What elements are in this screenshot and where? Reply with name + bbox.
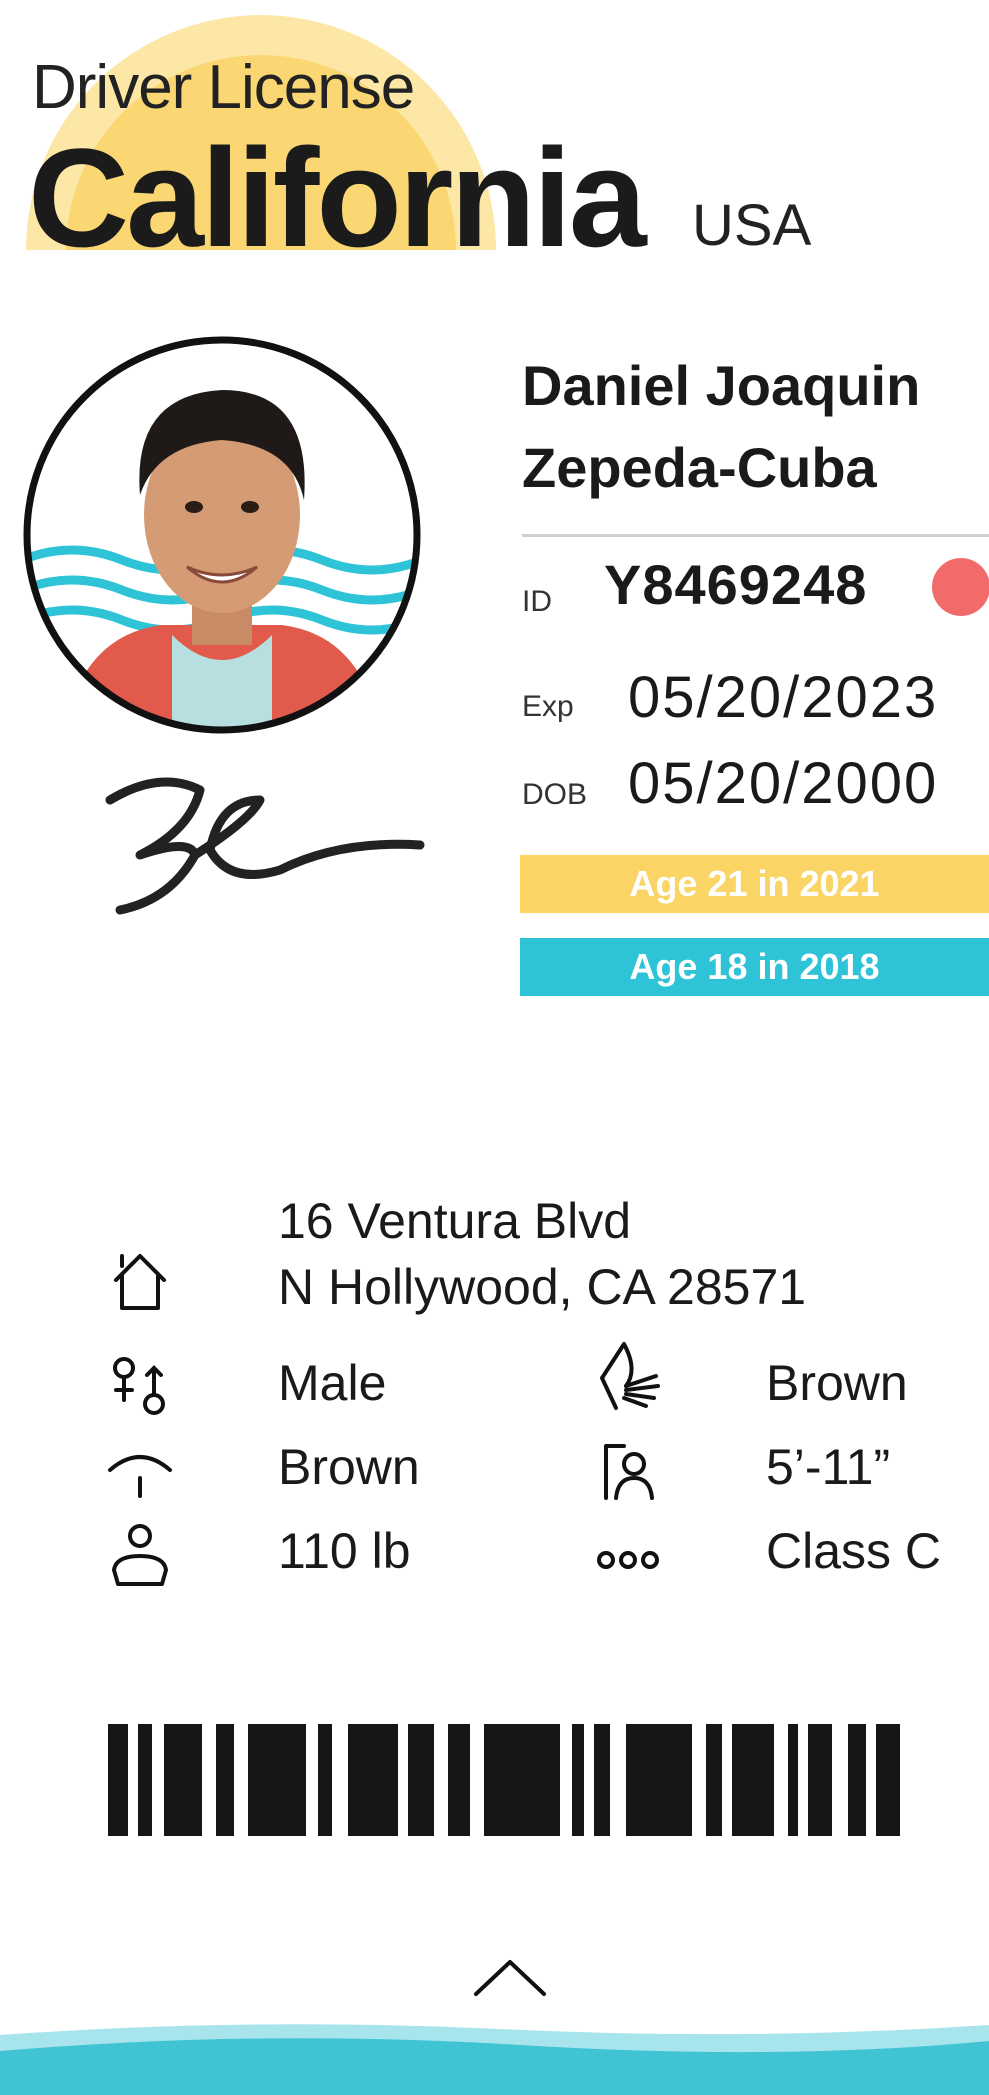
state-title: California	[28, 119, 647, 276]
chevron-up-icon[interactable]	[470, 1954, 550, 2000]
house-icon	[114, 1254, 166, 1310]
weight-icon	[112, 1524, 168, 1586]
dob-value: 05/20/2000	[628, 751, 939, 816]
holder-photo	[23, 336, 421, 734]
status-indicator	[932, 558, 989, 616]
holder-name-last: Zepeda-Cuba	[522, 436, 877, 499]
class-value: Class C	[766, 1523, 942, 1579]
height-icon	[604, 1444, 654, 1500]
license-class-icon	[597, 1551, 659, 1569]
age-18-band: Age 18 in 2018	[520, 938, 989, 996]
weight-value: 110 lb	[278, 1523, 411, 1579]
license-type-title: Driver License	[32, 53, 415, 122]
exp-value: 05/20/2023	[628, 665, 939, 730]
age-21-band: Age 21 in 2021	[520, 855, 989, 913]
id-value: Y8469248	[604, 553, 868, 616]
gender-icon	[113, 1357, 165, 1415]
dob-label: DOB	[522, 778, 588, 811]
barcode	[108, 1724, 900, 1836]
wave-graphic	[0, 2024, 989, 2095]
holder-name-first: Daniel Joaquin	[522, 354, 921, 417]
id-label: ID	[522, 585, 552, 618]
eyes-value: Brown	[278, 1439, 420, 1495]
height-value: 5’-11”	[766, 1439, 891, 1495]
hair-icon	[600, 1342, 660, 1410]
country-label: USA	[692, 193, 812, 258]
address-line-2: N Hollywood, CA 28571	[278, 1259, 807, 1315]
eye-icon	[108, 1455, 172, 1498]
hair-value: Brown	[766, 1355, 908, 1411]
address-line-1: 16 Ventura Blvd	[278, 1193, 632, 1249]
sex-value: Male	[278, 1355, 387, 1411]
divider	[522, 534, 989, 537]
exp-label: Exp	[522, 690, 574, 723]
signature	[105, 777, 425, 915]
